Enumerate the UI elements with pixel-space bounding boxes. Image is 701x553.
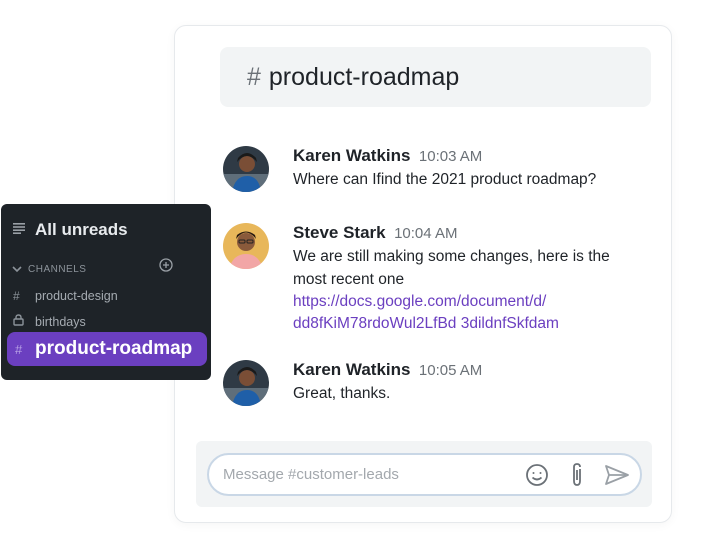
lock-icon: [13, 314, 25, 329]
hash-icon: #: [13, 289, 20, 303]
avatar[interactable]: [223, 146, 269, 192]
sidebar-item-product-roadmap[interactable]: # product-roadmap: [7, 332, 207, 366]
message-composer: [207, 453, 642, 496]
message-input[interactable]: [223, 466, 513, 483]
message-line: We are still making some changes, here i…: [293, 248, 610, 265]
timestamp: 10:05 AM: [418, 362, 483, 379]
message-text: We are still making some changes, here i…: [293, 245, 643, 291]
composer-area: [196, 441, 652, 507]
sidebar-item-birthdays[interactable]: birthdays: [13, 314, 86, 329]
all-unreads[interactable]: All unreads: [13, 220, 128, 240]
author-name[interactable]: Steve Stark: [293, 223, 386, 242]
channel-name: birthdays: [35, 314, 86, 329]
link-line[interactable]: dd8fKiM78rdoWul2LfBd 3dildnfSkfdam: [293, 313, 643, 335]
send-icon[interactable]: [604, 462, 630, 488]
avatar[interactable]: [223, 223, 269, 269]
channels-section[interactable]: CHANNELS: [12, 258, 182, 278]
timestamp: 10:03 AM: [418, 148, 483, 165]
hash-icon: #: [15, 341, 23, 357]
add-circle-icon[interactable]: [159, 258, 173, 277]
message-line: most recent one: [293, 271, 405, 288]
sidebar-item-product-design[interactable]: # product-design: [13, 289, 118, 303]
channel-header: # product-roadmap: [220, 47, 651, 107]
paperclip-icon[interactable]: [564, 462, 590, 488]
author-name[interactable]: Karen Watkins: [293, 146, 410, 165]
chevron-down-icon[interactable]: [12, 260, 22, 278]
author-name[interactable]: Karen Watkins: [293, 360, 410, 379]
menu-icon: [13, 221, 25, 239]
section-label: CHANNELS: [28, 263, 87, 275]
link-line[interactable]: https://docs.google.com/document/d/: [293, 291, 643, 313]
message-text: Great, thanks.: [293, 385, 391, 402]
timestamp: 10:04 AM: [394, 225, 458, 242]
message-text: Where can Ifind the 2021 product roadmap…: [293, 171, 597, 188]
avatar[interactable]: [223, 360, 269, 406]
channel-name: product-roadmap: [35, 338, 193, 359]
chat-panel: # product-roadmap Karen Watkins 10:03 AM…: [174, 25, 672, 523]
channel-name: product-design: [35, 289, 118, 303]
sidebar-title: All unreads: [35, 220, 128, 239]
channel-hash: #: [247, 62, 261, 91]
sidebar: All unreads CHANNELS # product-design bi…: [1, 204, 211, 380]
doc-link[interactable]: https://docs.google.com/document/d/ dd8f…: [293, 291, 643, 335]
channel-title: product-roadmap: [268, 62, 460, 91]
emoji-icon[interactable]: [524, 462, 550, 488]
